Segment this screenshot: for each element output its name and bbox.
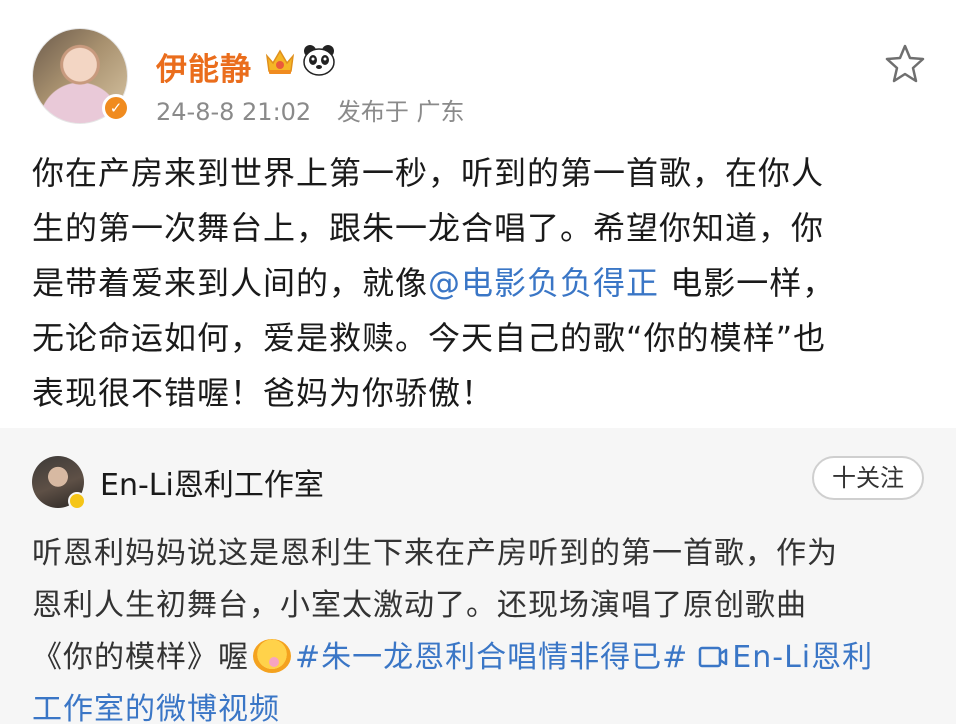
repost-line: 听恩利妈妈说这是恩利生下来在产房听到的第一首歌，作为 [32, 536, 838, 571]
post-text: 你在产房来到世界上第一秒，听到的第一首歌，在你人 生的第一次舞台上，跟朱一龙合唱… [32, 146, 932, 421]
post-line-text: 电影一样， [659, 264, 836, 302]
star-icon[interactable] [884, 42, 926, 84]
post-header: ✓ 伊能静 24-8-8 21:02 发布于 广东 [0, 0, 956, 140]
repost-author-name[interactable]: En-Li恩利工作室 [100, 460, 324, 504]
hashtag-link[interactable]: #朱一龙恩利合唱情非得已# [295, 640, 688, 675]
post-line: 是带着爱来到人间的，就像@电影负负得正 电影一样， [32, 256, 932, 311]
mention-link[interactable]: @电影负负得正 [428, 264, 659, 302]
repost-card[interactable]: En-Li恩利工作室 十关注 听恩利妈妈说这是恩利生下来在产房听到的第一首歌，作… [0, 428, 956, 724]
post-time: 24-8-8 21:02 [156, 98, 312, 126]
post-line-text: 是带着爱来到人间的，就像 [32, 264, 429, 302]
post-line: 无论命运如何，爱是救赎。今天自己的歌“你的模样”也 [32, 319, 827, 357]
crown-icon [265, 49, 295, 74]
post-location: 发布于 广东 [336, 98, 465, 126]
panda-icon [303, 45, 335, 76]
post-line: 表现很不错喔！爸妈为你骄傲！ [32, 374, 495, 412]
post-line: 你在产房来到世界上第一秒，听到的第一首歌，在你人 [32, 154, 825, 192]
video-link[interactable]: 工作室的微博视频 [32, 692, 280, 724]
video-link-icon [699, 646, 728, 668]
weibo-post-screen: ✓ 伊能静 24-8-8 21:02 发布于 广东 你在产房来到世界上第一秒，听… [0, 0, 956, 724]
repost-line-text: 《你的模样》喔 [32, 640, 249, 675]
author-avatar[interactable]: ✓ [32, 28, 130, 124]
video-link[interactable]: En-Li恩利 [732, 640, 873, 675]
author-name[interactable]: 伊能静 [156, 44, 252, 89]
post-line: 生的第一次舞台上，跟朱一龙合唱了。希望你知道，你 [32, 209, 825, 247]
verified-badge-icon [68, 492, 86, 510]
verified-badge-icon: ✓ [102, 94, 130, 122]
post-meta: 24-8-8 21:02 发布于 广东 [156, 92, 464, 127]
repost-text: 听恩利妈妈说这是恩利生下来在产房听到的第一首歌，作为 恩利人生初舞台，小室太激动… [32, 528, 932, 724]
follow-button[interactable]: 十关注 [812, 456, 924, 500]
happy-emoji-icon [253, 639, 291, 673]
repost-line: 恩利人生初舞台，小室太激动了。还现场演唱了原创歌曲 [32, 588, 807, 623]
repost-line: 《你的模样》喔 #朱一龙恩利合唱情非得已# En-Li恩利 [32, 632, 932, 684]
repost-line: 工作室的微博视频 [32, 684, 932, 724]
